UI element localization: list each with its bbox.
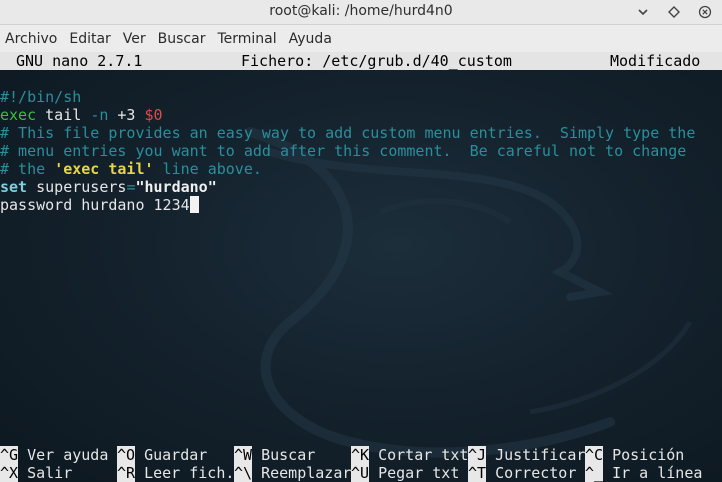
- shortcut-exit[interactable]: ^X Salir: [0, 464, 72, 482]
- tail-command: tail: [36, 106, 91, 124]
- shortcut-key: ^K: [351, 446, 370, 464]
- maximize-button[interactable]: [665, 3, 683, 21]
- nano-header: GNU nano 2.7.1 Fichero: /etc/grub.d/40_c…: [0, 52, 722, 70]
- editor-line-4: # menu entries you want to add after thi…: [0, 142, 722, 160]
- shortcut-goto-line[interactable]: ^_ Ir a línea: [585, 464, 702, 482]
- shortcut-label: Posición: [603, 446, 685, 464]
- comment-line-3c: line above.: [153, 160, 262, 178]
- set-variable: superusers: [27, 178, 127, 196]
- shortcut-key: ^_: [585, 464, 604, 482]
- close-button[interactable]: [696, 3, 714, 21]
- menu-editar[interactable]: Editar: [63, 31, 116, 47]
- shortcut-row-1: ^G Ver ayuda ^O Guardar ^W Buscar ^K Cor…: [0, 446, 722, 464]
- shortcut-key: ^T: [468, 464, 487, 482]
- window-controls: [634, 3, 714, 21]
- shortcut-key: ^X: [0, 464, 19, 482]
- shortcut-key: ^C: [585, 446, 604, 464]
- shortcut-row-2: ^X Salir ^R Leer fich. ^\ Reemplazar ^U …: [0, 464, 722, 482]
- set-keyword: set: [0, 178, 28, 196]
- title-bar: root@kali: /home/hurd4n0: [0, 0, 722, 25]
- shortcut-cut[interactable]: ^K Cortar txt: [351, 446, 468, 464]
- shortcut-label: Leer fich.: [135, 464, 235, 482]
- chevron-down-icon: [638, 9, 648, 16]
- comment-line-1: # This file provides an easy way to add …: [0, 124, 696, 142]
- maximize-icon: [668, 6, 680, 18]
- shortcut-spell[interactable]: ^T Corrector: [468, 464, 576, 482]
- shortcut-justify[interactable]: ^J Justificar: [468, 446, 585, 464]
- set-value: "hurdano": [135, 178, 217, 196]
- exec-keyword: exec: [0, 106, 37, 124]
- shortcut-label: Guardar: [135, 446, 208, 464]
- text-cursor: [189, 196, 199, 213]
- shortcut-save[interactable]: ^O Guardar: [117, 446, 207, 464]
- shortcut-read-file[interactable]: ^R Leer fich.: [117, 464, 234, 482]
- menu-ayuda[interactable]: Ayuda: [283, 31, 338, 47]
- shortcut-label: Buscar: [252, 446, 316, 464]
- shortcut-label: Justificar: [486, 446, 586, 464]
- shortcut-key: ^R: [117, 464, 136, 482]
- shortcut-label: Ver ayuda: [18, 446, 109, 464]
- shortcut-paste[interactable]: ^U Pegar txt: [351, 464, 459, 482]
- minimize-button[interactable]: [634, 3, 652, 21]
- close-icon: [698, 5, 712, 19]
- shortcut-label: Reemplazar: [252, 464, 352, 482]
- shebang-text: #!/bin/sh: [0, 88, 82, 106]
- shortcut-label: Pegar txt: [369, 464, 460, 482]
- shortcut-label: Corrector: [486, 464, 577, 482]
- shortcut-key: ^J: [468, 446, 487, 464]
- editor-line-3: # This file provides an easy way to add …: [0, 124, 722, 142]
- menu-archivo[interactable]: Archivo: [0, 31, 63, 47]
- window-title: root@kali: /home/hurd4n0: [269, 3, 453, 19]
- comment-line-3a: # the: [0, 160, 55, 178]
- shortcut-replace[interactable]: ^\ Reemplazar: [234, 464, 351, 482]
- menu-ver[interactable]: Ver: [117, 31, 152, 47]
- shortcut-key: ^W: [234, 446, 253, 464]
- comment-line-3b: 'exec tail': [54, 160, 154, 178]
- editor-line-7: password hurdano 1234: [0, 196, 722, 214]
- shortcut-search[interactable]: ^W Buscar: [234, 446, 315, 464]
- menu-terminal[interactable]: Terminal: [211, 31, 282, 47]
- shortcut-key: ^U: [351, 464, 370, 482]
- comment-line-2: # menu entries you want to add after thi…: [0, 142, 687, 160]
- editor-line-5: # the 'exec tail' line above.: [0, 160, 722, 178]
- shortcut-help[interactable]: ^G Ver ayuda: [0, 446, 108, 464]
- editor-line-1: #!/bin/sh: [0, 88, 722, 106]
- nano-filename: Fichero: /etc/grub.d/40_custom: [241, 52, 512, 70]
- menu-bar: Archivo Editar Ver Buscar Terminal Ayuda: [0, 25, 722, 53]
- shortcut-label: Salir: [18, 464, 73, 482]
- shortcut-label: Ir a línea: [603, 464, 703, 482]
- nano-status: Modificado: [610, 52, 701, 70]
- shortcut-key: ^G: [0, 446, 19, 464]
- tail-var: $0: [144, 106, 163, 124]
- shortcut-key: ^\: [234, 464, 253, 482]
- editor-line-6: set superusers="hurdano": [0, 178, 722, 196]
- nano-version: GNU nano 2.7.1: [16, 52, 143, 70]
- shortcut-key: ^O: [117, 446, 136, 464]
- menu-buscar[interactable]: Buscar: [152, 31, 212, 47]
- editor-line-2: exec tail -n +3 $0: [0, 106, 722, 124]
- tail-flag: -n: [90, 106, 109, 124]
- tail-arg: +3: [108, 106, 145, 124]
- terminal-area[interactable]: GNU nano 2.7.1 Fichero: /etc/grub.d/40_c…: [0, 52, 722, 482]
- shortcut-label: Cortar txt: [369, 446, 469, 464]
- password-line: password hurdano 1234: [0, 196, 190, 214]
- shortcut-position[interactable]: ^C Posición: [585, 446, 684, 464]
